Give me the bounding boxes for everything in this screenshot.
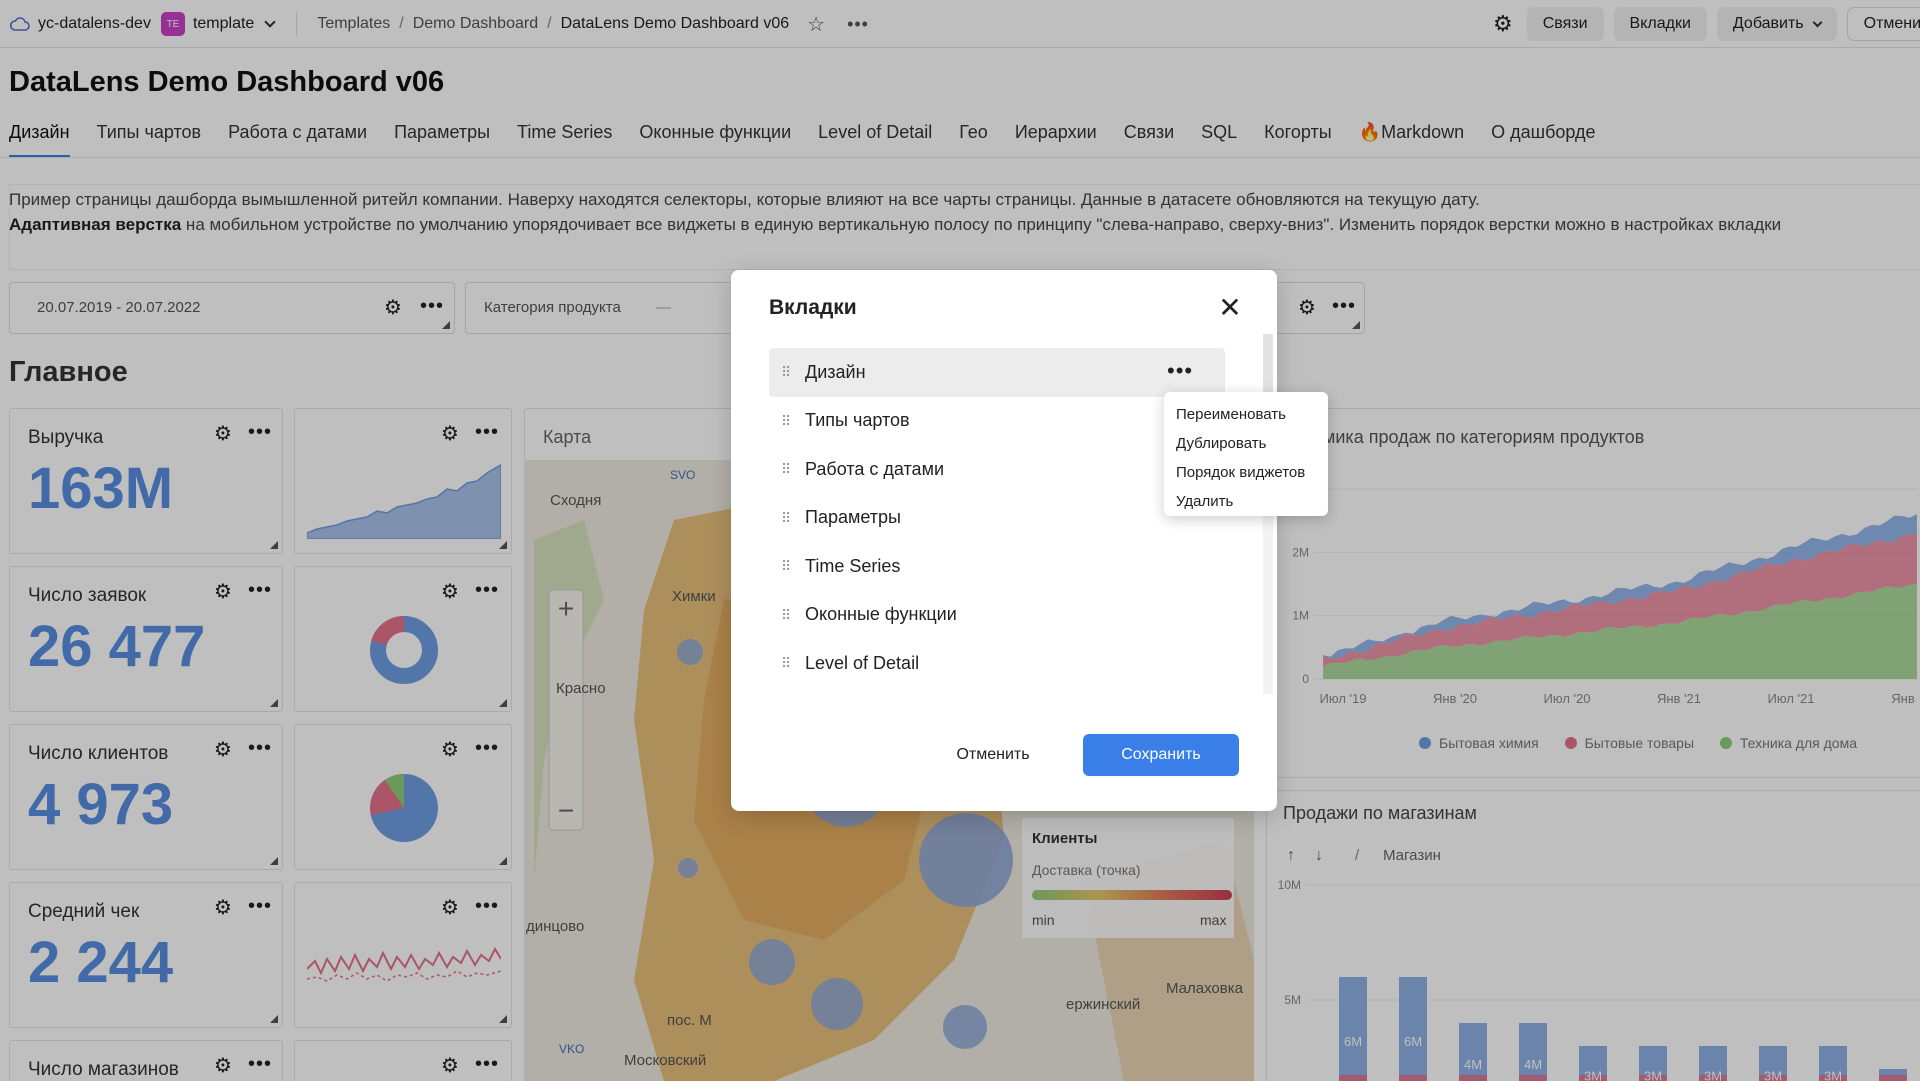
tab-item-label: Параметры xyxy=(805,507,901,528)
tabs-list-item[interactable]: ⠿ Типы чартов xyxy=(769,397,1225,446)
tabs-list-item[interactable]: ⠿ Дизайн ••• xyxy=(769,348,1225,397)
tabs-list-item[interactable]: ⠿ Time Series xyxy=(769,542,1225,591)
drag-handle-icon[interactable]: ⠿ xyxy=(781,656,791,670)
menu-item-widget-order[interactable]: Порядок виджетов xyxy=(1164,458,1328,487)
drag-handle-icon[interactable]: ⠿ xyxy=(781,559,791,573)
tabs-dialog: Вкладки ✕ ⠿ Дизайн ••• ⠿ Типы чартов ⠿ Р… xyxy=(731,270,1277,811)
drag-handle-icon[interactable]: ⠿ xyxy=(781,462,791,476)
cancel-button[interactable]: Отменить xyxy=(925,734,1061,776)
drag-handle-icon[interactable]: ⠿ xyxy=(781,511,791,525)
menu-item-rename[interactable]: Переименовать xyxy=(1164,400,1328,429)
close-icon[interactable]: ✕ xyxy=(1215,294,1245,324)
tabs-list: ⠿ Дизайн ••• ⠿ Типы чартов ⠿ Работа с да… xyxy=(769,348,1225,688)
drag-handle-icon[interactable]: ⠿ xyxy=(781,608,791,622)
dashboard-page: yc-datalens-dev TE template Templates / … xyxy=(0,0,1920,1081)
menu-item-duplicate[interactable]: Дублировать xyxy=(1164,429,1328,458)
tab-item-label: Level of Detail xyxy=(805,652,920,673)
tabs-list-item[interactable]: ⠿ Оконные функции xyxy=(769,591,1225,640)
drag-handle-icon[interactable]: ⠿ xyxy=(781,365,791,379)
tab-item-label: Time Series xyxy=(805,555,901,576)
tab-item-label: Типы чартов xyxy=(805,410,910,431)
save-button[interactable]: Сохранить xyxy=(1083,734,1239,776)
drag-handle-icon[interactable]: ⠿ xyxy=(781,414,791,428)
more-icon[interactable]: ••• xyxy=(1167,358,1193,384)
tabs-list-item[interactable]: ⠿ Level of Detail xyxy=(769,639,1225,688)
context-menu: Переименовать Дублировать Порядок виджет… xyxy=(1164,392,1328,516)
tabs-list-item[interactable]: ⠿ Параметры xyxy=(769,494,1225,543)
tab-item-label: Дизайн xyxy=(805,361,866,382)
tab-item-label: Оконные функции xyxy=(805,604,957,625)
menu-item-delete[interactable]: Удалить xyxy=(1164,487,1328,516)
dialog-title: Вкладки xyxy=(769,296,857,319)
tab-item-label: Работа с датами xyxy=(805,458,944,479)
tabs-list-item[interactable]: ⠿ Работа с датами xyxy=(769,445,1225,494)
scrollbar-thumb[interactable] xyxy=(1263,334,1273,394)
